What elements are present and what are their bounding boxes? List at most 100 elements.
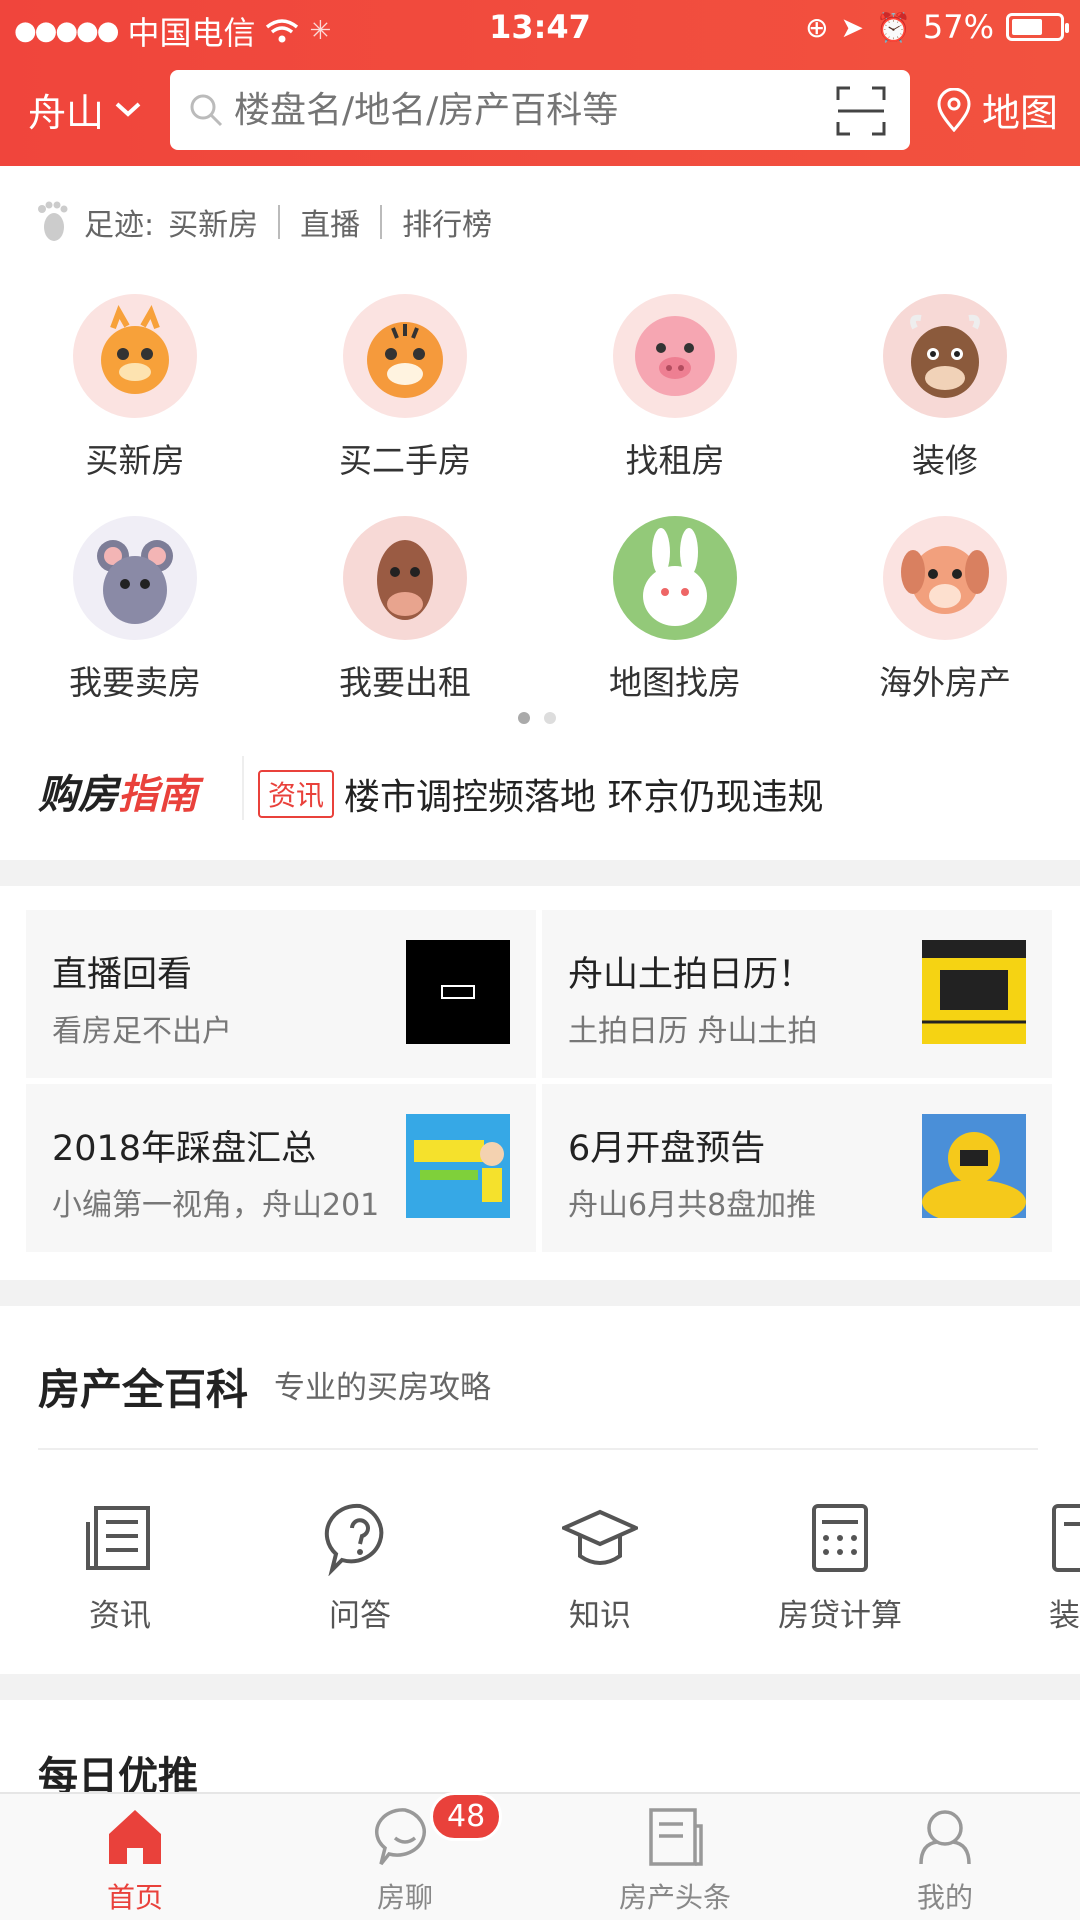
grid-item-label: 装修 [912,441,978,480]
pig-icon [613,294,737,418]
card-thumbnail [406,940,510,1044]
guide-logo-b: 指南 [118,772,198,818]
section-divider [0,860,1080,886]
grid-item-lease[interactable]: 我要出租 [270,516,540,704]
graduation-cap-icon [562,1509,638,1565]
search-icon [190,94,223,127]
card-title: 舟山土拍日历！ [568,955,814,995]
card-june-preview[interactable]: 6月开盘预告 舟山6月共8盘加推 [542,1084,1052,1252]
grid-item-rent[interactable]: 找租房 [540,294,810,482]
wiki-item-label: 问答 [329,1598,391,1634]
map-label: 地图 [981,91,1058,135]
grid-item-label: 海外房产 [879,663,1011,702]
card-thumbnail [406,1114,510,1218]
wiki-item-loan-calc[interactable]: 房贷计算 [720,1500,960,1635]
footprint-icon [38,201,68,241]
news-icon [86,1506,150,1570]
unread-badge: 48 [430,1792,503,1841]
profile-icon [919,1810,971,1865]
wiki-item-decor[interactable]: 装修 [960,1500,1080,1635]
grid-item-sell[interactable]: 我要卖房 [0,516,270,704]
map-button[interactable]: 地图 [936,82,1058,137]
grid-item-label: 地图找房 [609,663,741,702]
footprint-label: 足迹: [84,208,155,243]
status-right: ⊕ ➤ ⏰ 57% [805,8,1069,46]
search-input[interactable] [234,89,794,131]
city-selector[interactable]: 舟山 [28,82,142,137]
tab-headlines[interactable]: 房产头条 [540,1804,810,1916]
battery-icon [1006,13,1069,41]
tab-label: 我的 [916,1881,973,1914]
footprint-bar: 足迹: 买新房 直播 排行榜 [36,200,492,244]
guide-headline: 楼市调控频落地 环京仍现违规 [344,777,824,818]
wiki-item-knowledge[interactable]: 知识 [480,1500,720,1635]
news-badge: 资讯 [258,770,335,818]
grid-item-label: 找租房 [625,441,725,480]
calculator-icon [812,1504,868,1572]
wiki-item-label: 知识 [569,1598,631,1634]
footprint-item[interactable]: 直播 [300,200,360,244]
tab-home[interactable]: 首页 [0,1804,270,1916]
tab-label: 房聊 [376,1881,433,1914]
decor-icon [1052,1504,1080,1572]
grid-item-map-search[interactable]: 地图找房 [540,516,810,704]
rotation-lock-icon: ⊕ [805,10,829,44]
headlines-icon [649,1808,703,1866]
page-dot [544,712,556,724]
footprint-item[interactable]: 买新房 [168,200,258,244]
divider [278,205,281,239]
grid-item-buy-new[interactable]: 买新房 [0,294,270,482]
city-label: 舟山 [28,91,105,135]
wiki-subtitle: 专业的买房攻略 [274,1370,491,1406]
page-indicator [518,712,556,724]
dog-icon [883,516,1007,640]
guide-logo-a: 购房 [38,772,118,818]
nav-row: 舟山 地图 [0,68,1080,152]
card-subtitle: 舟山6月共8盘加推 [568,1188,817,1223]
dragon-icon [73,294,197,418]
wiki-title: 房产全百科 [38,1365,249,1414]
grid-item-overseas[interactable]: 海外房产 [810,516,1080,704]
grid-item-buy-second[interactable]: 买二手房 [270,294,540,482]
alarm-icon: ⏰ [876,10,911,44]
horse-icon [343,516,467,640]
tab-label: 首页 [106,1881,163,1914]
divider [380,205,383,239]
search-bar[interactable] [170,70,910,150]
scan-icon[interactable] [836,86,886,136]
wiki-item-qa[interactable]: 问答 [240,1500,480,1635]
card-title: 直播回看 [52,955,193,995]
guide-logo: 购房指南 [38,762,198,820]
card-subtitle: 土拍日历 舟山土拍 [568,1014,818,1049]
grid-item-label: 我要出租 [339,663,471,702]
section-divider [0,1674,1080,1700]
question-icon [324,1503,384,1576]
map-pin-icon [937,87,971,132]
grid-item-decoration[interactable]: 装修 [810,294,1080,482]
guide-banner[interactable]: 购房指南 资讯 楼市调控频落地 环京仍现违规 [0,750,1080,830]
card-thumbnail [922,1114,1026,1224]
card-live-replay[interactable]: 直播回看 看房足不出户 [26,910,536,1078]
page-dot [518,712,530,724]
grid-item-label: 我要卖房 [69,663,201,702]
chat-icon [375,1808,426,1866]
tab-bar: 首页 房聊 48 房产头条 我的 [0,1792,1080,1920]
card-subtitle: 看房足不出户 [52,1014,232,1049]
card-2018-summary[interactable]: 2018年踩盘汇总 小编第一视角，舟山201 [26,1084,536,1252]
footprint-item[interactable]: 排行榜 [402,200,492,244]
rabbit-icon [613,516,737,640]
wiki-item-label: 资讯 [89,1598,151,1634]
card-title: 6月开盘预告 [568,1129,766,1169]
status-bar: ●●●●● 中国电信 ✳ 13:47 ⊕ ➤ ⏰ 57% [0,0,1080,54]
section-divider [0,1280,1080,1306]
battery-fill [1012,19,1042,35]
tiger-icon [343,294,467,418]
tab-label: 房产头条 [618,1881,731,1914]
card-land-calendar[interactable]: 舟山土拍日历！ 土拍日历 舟山土拍 [542,910,1052,1078]
tab-profile[interactable]: 我的 [810,1804,1080,1916]
ox-icon [883,294,1007,418]
wiki-item-news[interactable]: 资讯 [0,1500,240,1635]
grid-item-label: 买二手房 [339,441,471,480]
divider [242,756,244,820]
mouse-icon [73,516,197,640]
